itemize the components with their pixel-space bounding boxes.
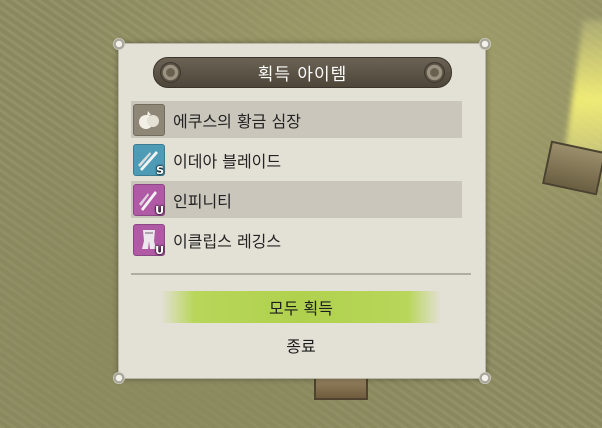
twin-blade-icon: S xyxy=(133,143,165,177)
dialog-title-bar: 획득 아이템 xyxy=(153,57,452,88)
corner-rivet-icon xyxy=(479,372,491,384)
divider xyxy=(131,273,471,275)
corner-rivet-icon xyxy=(113,372,125,384)
item-grade-badge: U xyxy=(155,203,164,217)
dialog-title: 획득 아이템 xyxy=(257,65,348,85)
title-knob-icon xyxy=(160,62,181,83)
item-grade-badge: U xyxy=(155,243,164,257)
item-row[interactable]: U 인피니티 xyxy=(131,181,462,218)
item-grade-badge: S xyxy=(156,163,164,177)
take-all-button[interactable]: 모두 획득 xyxy=(161,291,441,323)
item-row[interactable]: U 이클립스 레깅스 xyxy=(131,221,462,258)
item-name: 인피니티 xyxy=(173,191,232,211)
close-button[interactable]: 종료 xyxy=(161,329,441,361)
blade-weapon-icon: U xyxy=(133,183,165,217)
corner-rivet-icon xyxy=(479,38,491,50)
item-row[interactable]: S 이데아 블레이드 xyxy=(131,141,462,178)
title-knob-icon xyxy=(424,62,445,83)
item-name: 이클립스 레깅스 xyxy=(173,231,282,251)
item-name: 이데아 블레이드 xyxy=(173,151,282,171)
item-list: 에쿠스의 황금 심장 S 이데아 블레이드 U 인피니티 U 이클립스 레깅스 xyxy=(131,101,462,261)
golden-heart-pouch-icon xyxy=(133,103,165,136)
item-acquire-dialog: 획득 아이템 에쿠스의 황금 심장 S 이데아 블레이드 U 인피니티 U 이클… xyxy=(113,38,491,384)
item-name: 에쿠스의 황금 심장 xyxy=(173,111,301,131)
item-row[interactable]: 에쿠스의 황금 심장 xyxy=(131,101,462,138)
corner-rivet-icon xyxy=(113,38,125,50)
treasure-chest xyxy=(542,140,602,196)
leg-armor-icon: U xyxy=(133,223,165,257)
